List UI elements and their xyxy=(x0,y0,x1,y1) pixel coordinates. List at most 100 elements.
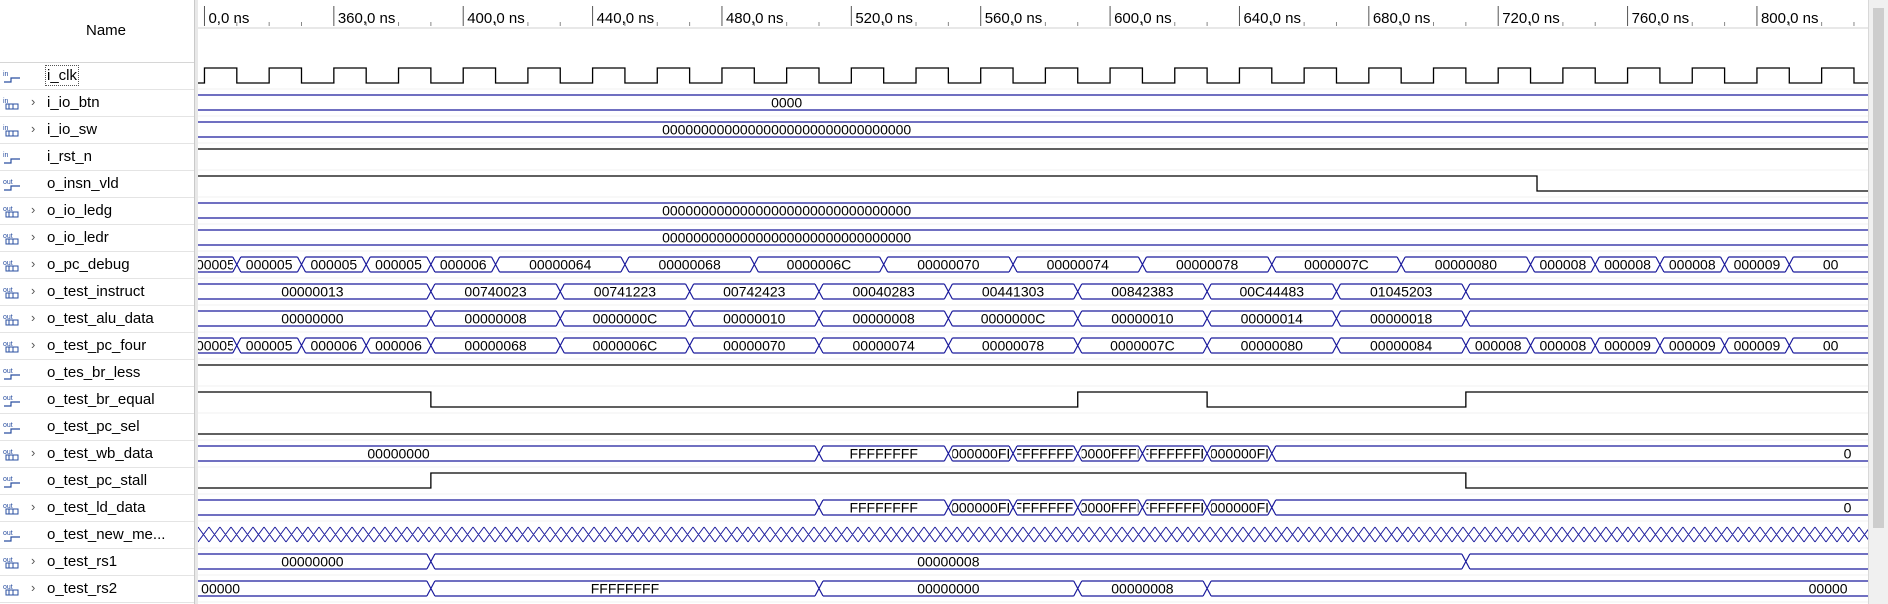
chevron-right-icon[interactable]: › xyxy=(31,445,35,460)
bus-value-label: FFFFFFFF xyxy=(849,500,917,516)
bus-value-label: 000006 xyxy=(440,257,487,273)
scrollbar-thumb[interactable] xyxy=(1873,8,1884,528)
output-bus-icon: out xyxy=(3,204,21,218)
waveform-o-test-rs1[interactable]: 00000000 00000008 xyxy=(198,553,1868,576)
bus-segment xyxy=(1275,499,1868,516)
signal-name: o_io_ledg xyxy=(47,202,113,219)
signal-row-o-test-pc-stall[interactable]: out o_test_pc_stall xyxy=(0,467,194,495)
bus-segment xyxy=(1211,580,1868,597)
bus-value-label: 00000064 xyxy=(529,257,592,273)
waveform-i-io-sw[interactable]: 00000000000000000000000000000000 xyxy=(198,121,1868,144)
chevron-right-icon[interactable]: › xyxy=(31,256,35,271)
signal-row-o-tes-br-less[interactable]: out o_tes_br_less xyxy=(0,359,194,387)
signal-row-o-io-ledg[interactable]: out › o_io_ledg xyxy=(0,197,194,225)
signal-row-o-test-wb-data[interactable]: out › o_test_wb_data xyxy=(0,440,194,468)
bus-value-label: 00000008 xyxy=(464,311,527,327)
signal-row-i-io-btn[interactable]: in › i_io_btn xyxy=(0,89,194,117)
signal-row-o-test-br-equal[interactable]: out o_test_br_equal xyxy=(0,386,194,414)
waveform-o-test-br-equal[interactable] xyxy=(198,391,1868,414)
bus-segment xyxy=(1275,445,1868,462)
chevron-right-icon[interactable]: › xyxy=(31,94,35,109)
time-ruler[interactable]: 0,0 ns 360,0 ns 400,0 ns 440,0 ns 480,0 ns 52… xyxy=(198,6,1868,29)
waveform-o-test-pc-stall[interactable] xyxy=(198,472,1868,495)
signal-row-o-test-alu-data[interactable]: out › o_test_alu_data xyxy=(0,305,194,333)
waveform-i-clk[interactable] xyxy=(198,67,1868,90)
waveform-i-io-btn[interactable]: 0000 xyxy=(198,94,1868,117)
bus-value-label: 00 xyxy=(1823,257,1839,273)
waveform-o-pc-debug[interactable]: 00005 000005 000005 000005 000006 00000064 000… xyxy=(198,256,1868,279)
waveform-o-test-pc-four[interactable]: 00005 000005 000006 000006 00000068 0000006C 0… xyxy=(198,337,1868,360)
chevron-right-icon[interactable]: › xyxy=(31,229,35,244)
chevron-right-icon[interactable]: › xyxy=(31,283,35,298)
signal-row-i-clk[interactable]: in i_clk xyxy=(0,62,194,90)
vertical-scrollbar[interactable] xyxy=(1868,0,1888,604)
bus-value-label: 00000080 xyxy=(1435,257,1498,273)
waveform-pane[interactable]: 0,0 ns 360,0 ns 400,0 ns 440,0 ns 480,0 ns 52… xyxy=(198,0,1868,604)
signal-name: i_io_btn xyxy=(47,94,100,111)
signal-row-o-test-ld-data[interactable]: out › o_test_ld_data xyxy=(0,494,194,522)
bit-trace xyxy=(198,391,1868,408)
bus-value-label: 00842383 xyxy=(1111,284,1174,300)
bus-segment xyxy=(1469,310,1868,327)
bus-segment xyxy=(198,202,1868,219)
signal-row-o-insn-vld[interactable]: out o_insn_vld xyxy=(0,170,194,198)
bus-value-label: 000000FI xyxy=(1210,446,1269,462)
signal-row-o-pc-debug[interactable]: out › o_pc_debug xyxy=(0,251,194,279)
waveform-o-io-ledr[interactable]: 00000000000000000000000000000000 xyxy=(198,229,1868,252)
bus-value-label: 000009 xyxy=(1734,338,1781,354)
chevron-right-icon[interactable]: › xyxy=(31,121,35,136)
signal-name: i_rst_n xyxy=(47,148,93,165)
signal-row-o-test-new-me[interactable]: out o_test_new_me... xyxy=(0,521,194,549)
waveform-o-io-ledg[interactable]: 00000000000000000000000000000000 xyxy=(198,202,1868,225)
svg-text:out: out xyxy=(3,530,13,537)
chevron-right-icon[interactable]: › xyxy=(31,202,35,217)
signal-name: o_pc_debug xyxy=(47,256,130,273)
waveform-o-test-rs2[interactable]: 00000 FFFFFFFF 00000000 00000008 00000 xyxy=(198,580,1868,603)
signal-name: o_io_ledr xyxy=(47,229,109,246)
waveform-o-test-pc-sel[interactable] xyxy=(198,433,1868,441)
waveform-o-test-instruct[interactable]: 00000013 00740023 00741223 00742423 00040283… xyxy=(198,283,1868,306)
waveform-canvas[interactable]: 0,0 ns 360,0 ns 400,0 ns 440,0 ns 480,0 ns 52… xyxy=(198,0,1868,604)
bit-trace xyxy=(198,175,1868,192)
chevron-right-icon[interactable]: › xyxy=(31,310,35,325)
name-column-header[interactable]: Name xyxy=(0,0,194,63)
signal-row-o-io-ledr[interactable]: out › o_io_ledr xyxy=(0,224,194,252)
chevron-right-icon[interactable]: › xyxy=(31,553,35,568)
signal-row-o-test-instruct[interactable]: out › o_test_instruct xyxy=(0,278,194,306)
svg-text:out: out xyxy=(3,395,13,402)
waveform-o-tes-br-less[interactable] xyxy=(198,364,1868,387)
bus-value-label: 00000018 xyxy=(1370,311,1433,327)
chevron-right-icon[interactable]: › xyxy=(31,499,35,514)
waveform-o-test-alu-data[interactable]: 00000000 00000008 0000000C 00000010 00000008… xyxy=(198,310,1868,333)
output-bit-icon: out xyxy=(3,528,21,542)
output-bus-icon: out xyxy=(3,501,21,515)
ruler-tick-label: 720,0 ns xyxy=(1502,10,1560,27)
signal-name: o_test_instruct xyxy=(47,283,145,300)
bus-value-label: 0000FFFI xyxy=(1080,500,1141,516)
waveform-o-test-ld-data[interactable]: FFFFFFFF 000000FI FFFFFFFI 0000FFFI FFFFFFFF… xyxy=(198,499,1868,522)
signal-row-o-test-rs2[interactable]: out › o_test_rs2 xyxy=(0,575,194,603)
signal-row-o-test-rs1[interactable]: out › o_test_rs1 xyxy=(0,548,194,576)
bus-value-label: 000009 xyxy=(1604,338,1651,354)
chevron-right-icon[interactable]: › xyxy=(31,337,35,352)
output-bit-icon: out xyxy=(3,177,21,191)
signal-row-i-io-sw[interactable]: in › i_io_sw xyxy=(0,116,194,144)
waveform-i-rst-n[interactable] xyxy=(198,148,1868,171)
bus-value-label: 00000000 xyxy=(367,446,430,462)
bus-value-label: FFFFFFFF xyxy=(1141,500,1209,516)
bus-value-label: 00005 xyxy=(198,257,235,273)
ruler-tick-label: 600,0 ns xyxy=(1114,10,1172,27)
bus-value-label: 00000010 xyxy=(723,311,786,327)
waveform-o-insn-vld[interactable] xyxy=(198,175,1868,198)
bus-value-label: 00000010 xyxy=(1111,311,1174,327)
signal-row-o-test-pc-sel[interactable]: out o_test_pc_sel xyxy=(0,413,194,441)
bus-value-label: 00 xyxy=(1823,338,1839,354)
bus-value-label: 00000013 xyxy=(281,284,344,300)
signal-row-o-test-pc-four[interactable]: out › o_test_pc_four xyxy=(0,332,194,360)
bus-value-label: 00000078 xyxy=(1176,257,1239,273)
waveform-o-test-new-me[interactable] xyxy=(198,526,1868,549)
waveform-o-test-wb-data[interactable]: 00000000 FFFFFFFF 000000FI FFFFFFFI 0000FFFI… xyxy=(198,445,1868,468)
signal-row-i-rst-n[interactable]: in i_rst_n xyxy=(0,143,194,171)
chevron-right-icon[interactable]: › xyxy=(31,580,35,595)
ruler-tick-label: 640,0 ns xyxy=(1243,10,1301,27)
